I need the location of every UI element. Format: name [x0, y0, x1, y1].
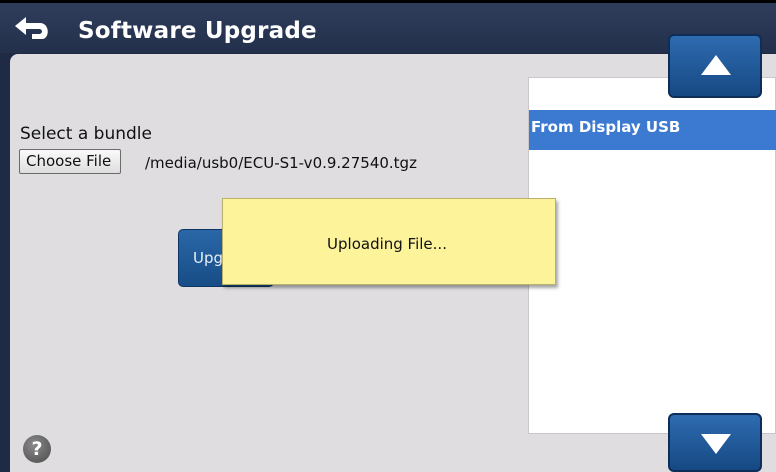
list-item-from-display-usb[interactable]: From Display USB — [529, 110, 776, 150]
arrow-down-icon — [701, 434, 731, 454]
page-title: Software Upgrade — [78, 18, 317, 44]
title-bar: Software Upgrade — [0, 3, 776, 53]
arrow-up-icon — [701, 55, 731, 75]
dialog-message: Uploading File... — [327, 235, 447, 253]
select-bundle-label: Select a bundle — [20, 124, 152, 144]
help-icon[interactable]: ? — [23, 435, 51, 463]
back-arrow-icon[interactable] — [12, 15, 52, 43]
selected-file-path: /media/usb0/ECU-S1-v0.9.27540.tgz — [145, 154, 417, 172]
scroll-down-button[interactable] — [668, 413, 762, 472]
choose-file-button[interactable]: Choose File — [19, 149, 121, 174]
source-list[interactable]: From Display USB — [528, 77, 776, 434]
upload-progress-dialog: Uploading File... — [222, 198, 556, 285]
upgrade-button-label: Upg — [193, 249, 224, 267]
scroll-up-button[interactable] — [668, 34, 762, 98]
